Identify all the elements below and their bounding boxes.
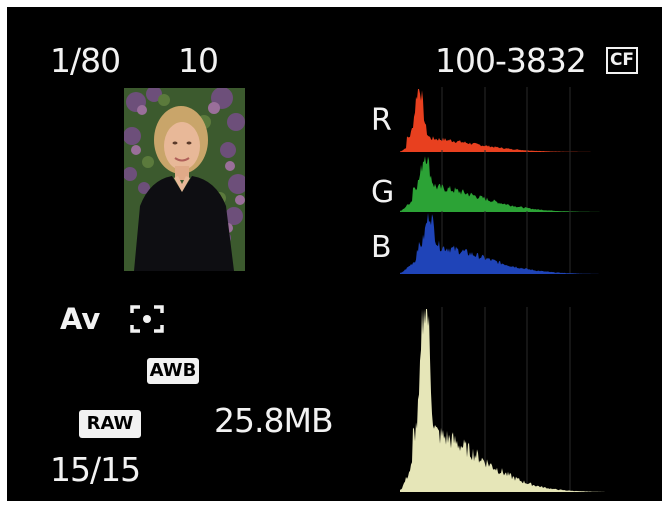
aperture-value: 10 — [178, 41, 219, 80]
shooting-mode: Av — [60, 302, 101, 336]
red-histogram — [400, 87, 612, 152]
image-quality-badge: RAW — [79, 410, 141, 438]
blue-channel-label: B — [371, 230, 392, 265]
red-channel-label: R — [371, 103, 392, 138]
folder-file-number: 100-3832 — [435, 41, 587, 80]
playback-number: 15/15 — [50, 450, 141, 489]
blue-histogram — [400, 211, 612, 274]
playback-screen: 1/80 10 100-3832 CF Av AWB RAW 25.8MB 15… — [7, 7, 662, 501]
white-balance-badge: AWB — [147, 358, 199, 384]
shutter-speed: 1/80 — [50, 41, 121, 80]
cf-card-icon: CF — [606, 47, 638, 74]
green-histogram — [400, 150, 612, 212]
image-thumbnail — [124, 88, 245, 271]
file-size: 25.8MB — [214, 401, 334, 440]
green-channel-label: G — [371, 175, 395, 210]
spot-metering-icon — [130, 305, 164, 333]
brightness-histogram — [400, 307, 612, 492]
